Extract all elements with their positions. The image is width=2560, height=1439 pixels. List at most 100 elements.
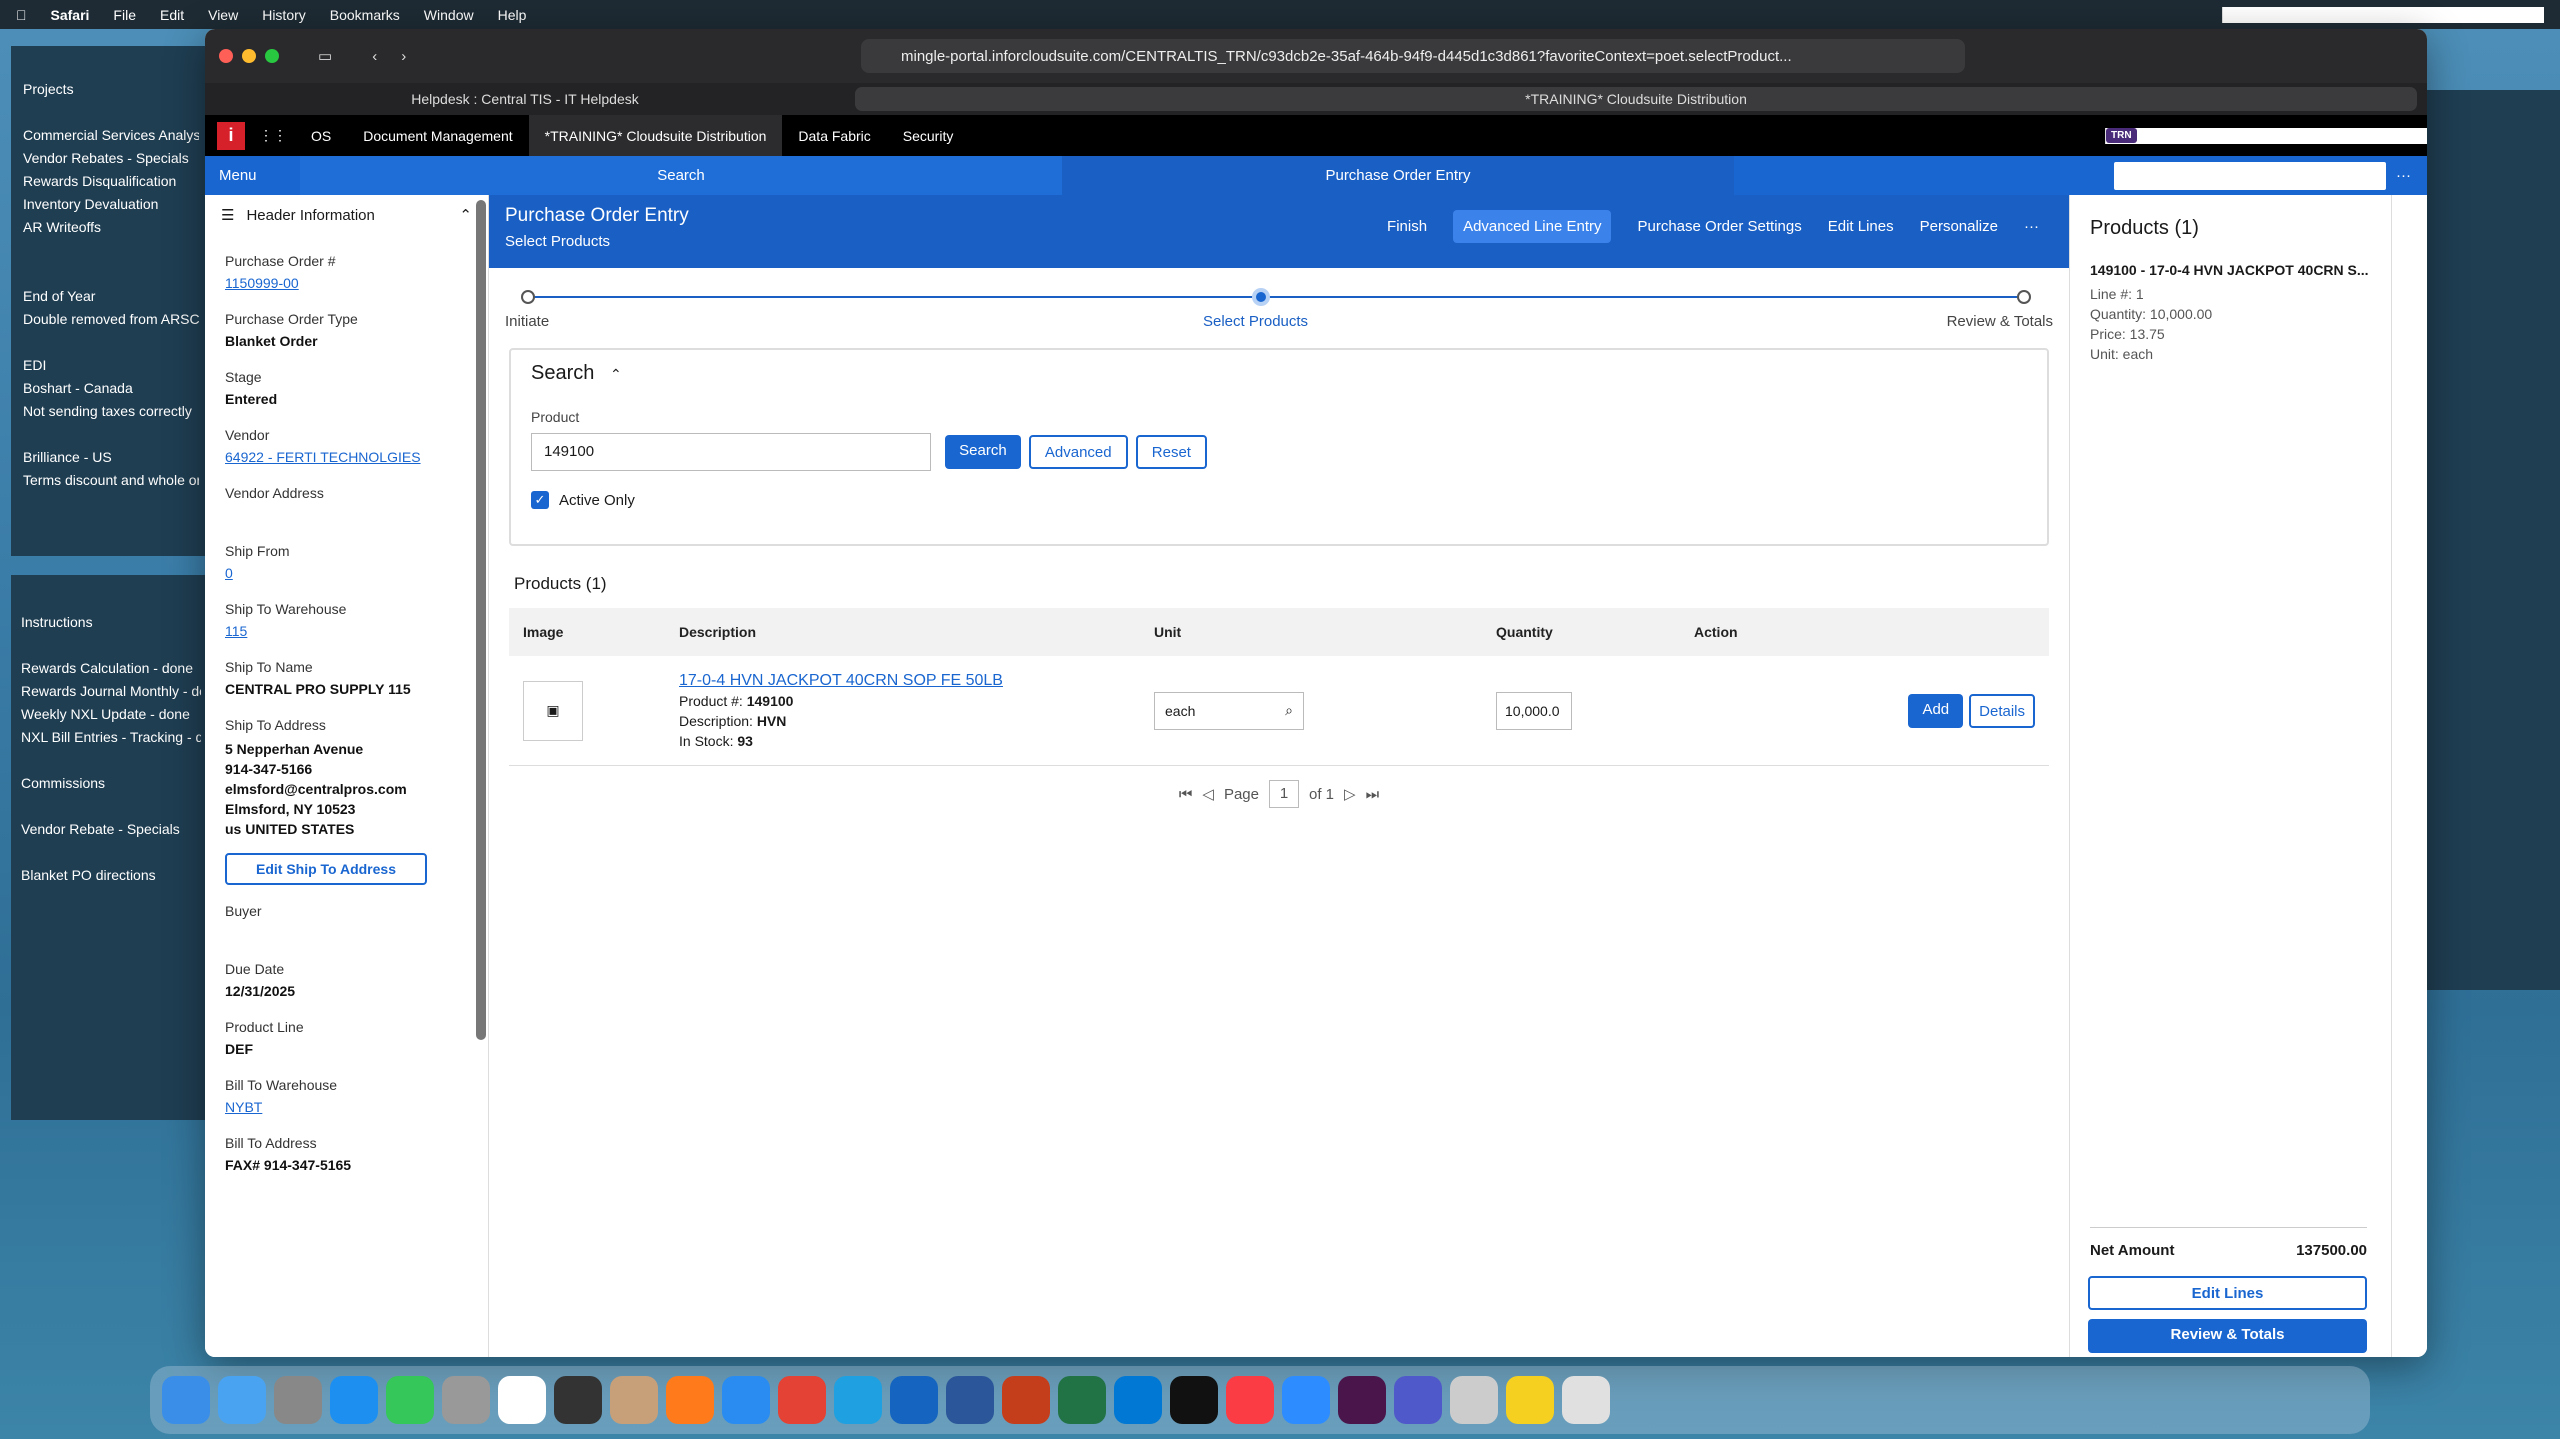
forward-arrow-icon[interactable]: › [401, 48, 406, 65]
messages-icon[interactable] [386, 1376, 434, 1424]
global-search-input[interactable] [2114, 161, 2386, 190]
windows-app-icon[interactable] [1114, 1376, 1162, 1424]
cart-item[interactable]: 149100 - 17-0-4 HVN JACKPOT 40CRN S... L… [2070, 262, 2391, 364]
menu-edit[interactable]: Edit [160, 7, 184, 23]
powerpoint-icon[interactable] [1002, 1376, 1050, 1424]
project-item[interactable]: Commercial Services Analysi [23, 124, 199, 147]
project-item[interactable]: AR Writeoffs [23, 216, 199, 239]
po-settings-button[interactable]: Purchase Order Settings [1637, 218, 1801, 235]
safari-icon[interactable] [722, 1376, 770, 1424]
menu-history[interactable]: History [262, 7, 306, 23]
music-icon[interactable] [1226, 1376, 1274, 1424]
search-button[interactable]: Search [945, 435, 1021, 469]
wifi-icon[interactable]: ◔ [2223, 7, 2231, 23]
edit-ship-to-address-button[interactable]: Edit Ship To Address [225, 853, 427, 885]
edge-icon[interactable] [834, 1376, 882, 1424]
collapse-icon[interactable]: ⌃ [459, 206, 472, 224]
unit-input[interactable]: each [1165, 703, 1195, 719]
instruction-item[interactable]: Blanket PO directions [21, 864, 201, 887]
step-initiate-marker[interactable] [521, 290, 535, 304]
instruction-item[interactable]: Rewards Calculation - done [21, 657, 201, 680]
nav-cloudsuite[interactable]: *TRAINING* Cloudsuite Distribution [528, 115, 783, 156]
field-value[interactable]: 64922 - FERTI TECHNOLGIES [225, 449, 468, 467]
project-item[interactable]: Terms discount and whole or [23, 469, 199, 492]
page-number-input[interactable]: 1 [1269, 780, 1299, 808]
settings-icon[interactable] [442, 1376, 490, 1424]
instruction-item[interactable]: Vendor Rebate - Specials [21, 818, 201, 841]
slack-icon[interactable] [1338, 1376, 1386, 1424]
advanced-button[interactable]: Advanced [1028, 435, 1128, 469]
project-item[interactable]: Not sending taxes correctly [23, 400, 199, 423]
reset-button[interactable]: Reset [1135, 435, 1207, 469]
more-actions-icon[interactable]: ··· [2024, 218, 2039, 235]
apple-icon[interactable]:  [16, 7, 27, 23]
zoom-icon[interactable] [1282, 1376, 1330, 1424]
camera-icon[interactable] [554, 1376, 602, 1424]
lookup-icon[interactable]: ⌕ [1285, 702, 1293, 719]
instruction-item[interactable]: NXL Bill Entries - Tracking - de [21, 726, 201, 749]
nav-os[interactable]: OS [295, 115, 347, 156]
menu-bookmarks[interactable]: Bookmarks [330, 7, 400, 23]
field-value[interactable]: NYBT [225, 1099, 468, 1117]
active-only-checkbox[interactable]: ✓ [531, 491, 549, 509]
step-select-products-marker[interactable] [1252, 288, 1270, 306]
field-value[interactable]: 0 [225, 565, 468, 583]
finder-icon[interactable] [162, 1376, 210, 1424]
infor-logo[interactable]: i [217, 121, 245, 150]
product-input[interactable]: 149100 [531, 433, 931, 471]
last-page-icon[interactable]: ⏭ [1366, 786, 1380, 803]
trash-icon[interactable] [1562, 1376, 1610, 1424]
clock[interactable]: Wed Dec 17 5:28 PM [2273, 7, 2406, 23]
review-totals-button[interactable]: Review & Totals [2088, 1319, 2367, 1353]
address-bar[interactable]: mingle-portal.inforcloudsuite.com/CENTRA… [861, 39, 1965, 73]
field-value[interactable]: 1150999-00 [225, 275, 468, 293]
project-item[interactable]: Boshart - Canada [23, 377, 199, 400]
nav-document-management[interactable]: Document Management [347, 115, 528, 156]
launchpad-icon[interactable] [274, 1376, 322, 1424]
instruction-item[interactable]: Commissions [21, 772, 201, 795]
nav-data-fabric[interactable]: Data Fabric [782, 115, 886, 156]
icloud-icon[interactable] [218, 1376, 266, 1424]
quantity-input[interactable]: 10,000.0 [1496, 691, 1572, 730]
menu-file[interactable]: File [113, 7, 136, 23]
project-item[interactable]: End of Year [23, 285, 199, 308]
back-arrow-icon[interactable]: ‹ [372, 48, 377, 65]
edit-lines-cart-button[interactable]: Edit Lines [2088, 1276, 2367, 1310]
minimize-window-button[interactable] [242, 49, 256, 63]
zoom-window-button[interactable] [265, 49, 279, 63]
project-item[interactable]: EDI [23, 354, 199, 377]
project-item[interactable]: Rewards Disqualification [23, 170, 199, 193]
menu-app-name[interactable]: Safari [51, 7, 90, 23]
app-store-icon[interactable] [330, 1376, 378, 1424]
more-icon[interactable]: ··· [2396, 167, 2411, 184]
teams-icon[interactable] [1394, 1376, 1442, 1424]
tab-cloudsuite[interactable]: *TRAINING* Cloudsuite Distribution [855, 87, 2417, 111]
menu-window[interactable]: Window [424, 7, 474, 23]
calculator-icon[interactable] [1450, 1376, 1498, 1424]
menu-view[interactable]: View [208, 7, 238, 23]
excel-icon[interactable] [1058, 1376, 1106, 1424]
prev-page-icon[interactable]: ◁ [1202, 785, 1214, 803]
app-grid-icon[interactable]: ⋮⋮ [259, 127, 287, 144]
step-review-marker[interactable] [2017, 290, 2031, 304]
page-tab[interactable]: Purchase Order Entry [1062, 156, 1734, 195]
sidebar-scrollbar[interactable] [476, 200, 486, 1040]
word-icon[interactable] [946, 1376, 994, 1424]
add-button[interactable]: Add [1908, 693, 1964, 728]
menu-button[interactable]: Menu [205, 167, 300, 184]
user-name[interactable]: Holly Horner [2161, 128, 2239, 144]
personalize-button[interactable]: Personalize [1920, 218, 1998, 235]
details-button[interactable]: Details [1969, 693, 2035, 728]
chrome-icon[interactable] [778, 1376, 826, 1424]
sidebar-toggle-icon[interactable]: ▭ [318, 47, 332, 65]
chevron-up-icon[interactable]: ⌃ [610, 366, 622, 382]
project-item[interactable]: Vendor Rebates - Specials [23, 147, 199, 170]
advanced-line-entry-button[interactable]: Advanced Line Entry [1453, 210, 1612, 243]
edit-lines-button[interactable]: Edit Lines [1828, 218, 1894, 235]
close-window-button[interactable] [219, 49, 233, 63]
terminal-icon[interactable] [1170, 1376, 1218, 1424]
nav-security[interactable]: Security [887, 115, 970, 156]
finish-button[interactable]: Finish [1387, 218, 1427, 235]
search-tab[interactable]: Search [300, 156, 1062, 195]
project-item[interactable]: Brilliance - US [23, 446, 199, 469]
